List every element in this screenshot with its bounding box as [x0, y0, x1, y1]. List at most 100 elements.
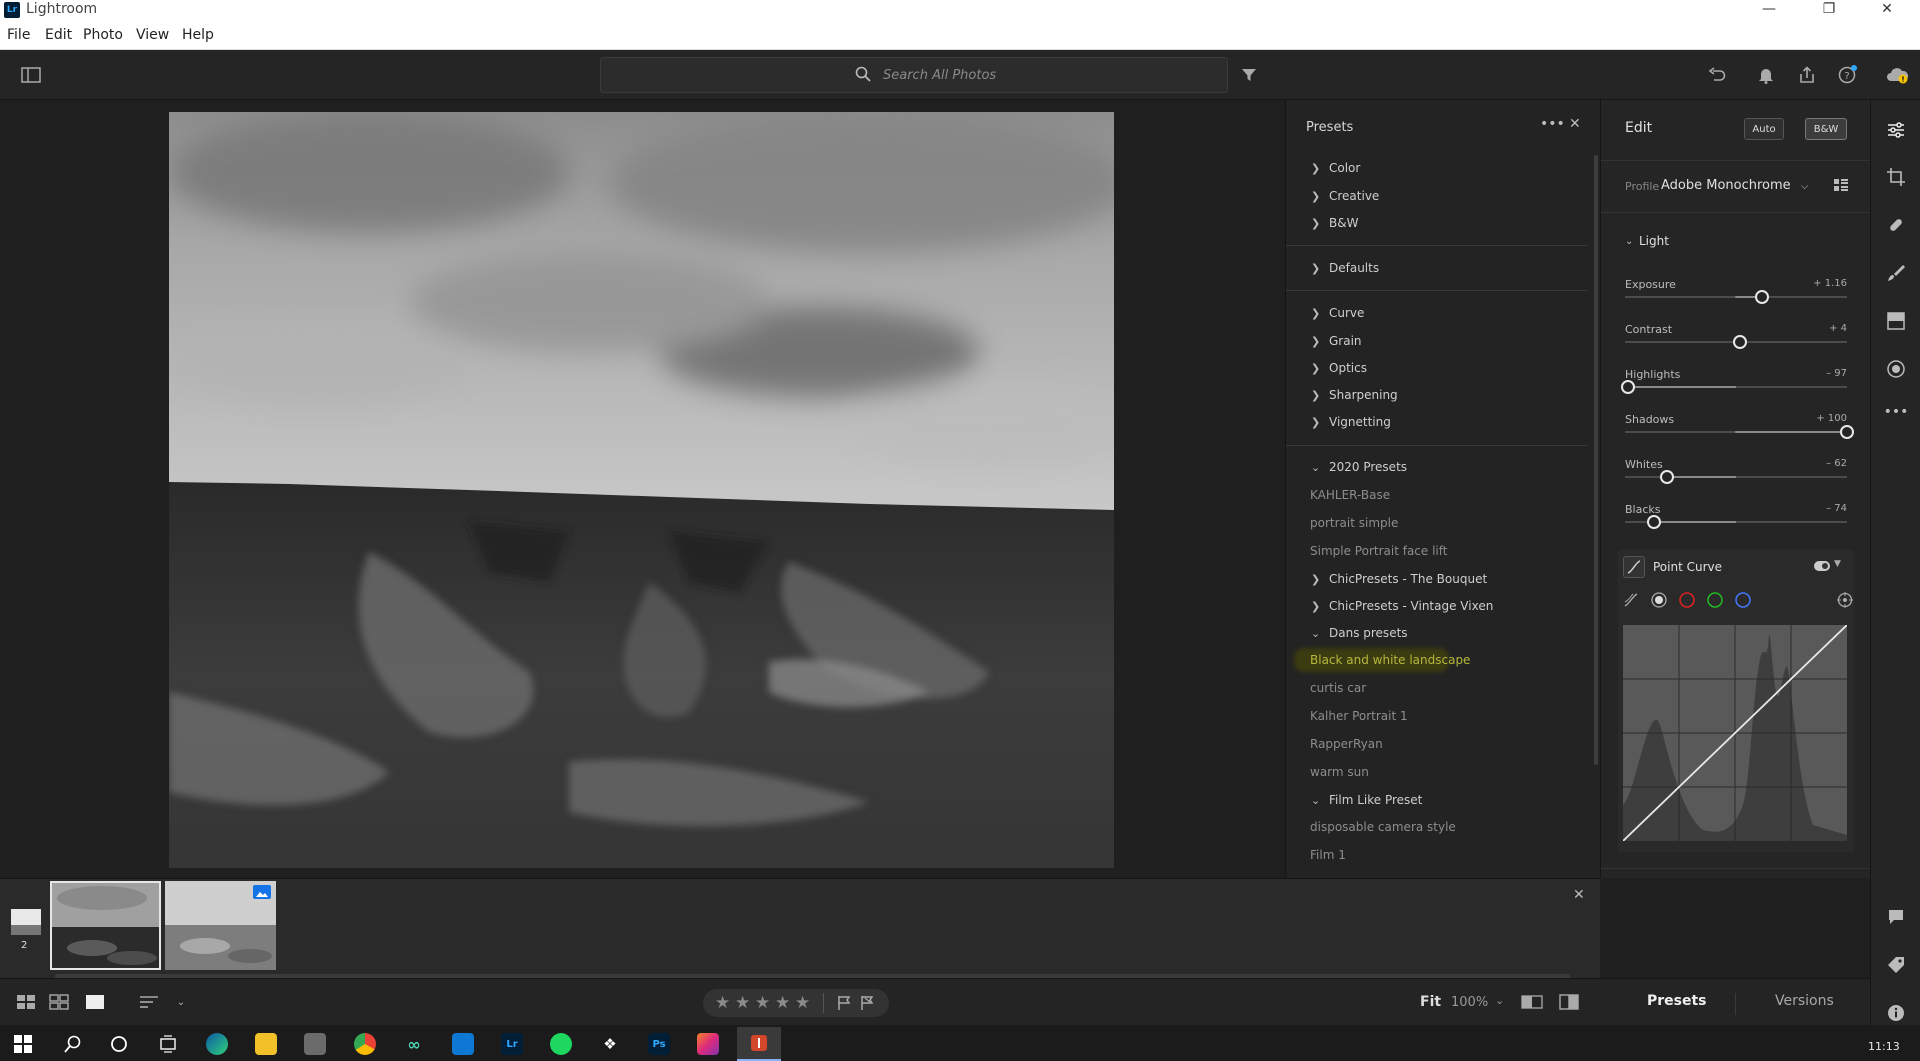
search-box[interactable] [600, 57, 1228, 93]
mail-icon[interactable] [452, 1033, 474, 1055]
edge-browser-icon[interactable] [206, 1033, 228, 1055]
instagram-icon[interactable] [697, 1033, 719, 1055]
cloud-sync-warning-icon[interactable] [1886, 63, 1910, 87]
bw-button[interactable]: B&W [1805, 118, 1847, 140]
task-view-icon[interactable] [157, 1033, 179, 1055]
menu-help[interactable]: Help [182, 27, 214, 43]
filter-icon[interactable] [1237, 63, 1261, 87]
lightroom-taskbar-icon[interactable]: Lr [501, 1033, 523, 1055]
exposure-slider[interactable]: Exposure + 1.16 [1625, 278, 1847, 314]
slider-value[interactable]: – 74 [1826, 503, 1847, 514]
brush-icon[interactable] [1884, 261, 1908, 285]
store-icon[interactable] [304, 1033, 326, 1055]
infinity-app-icon[interactable]: ∞ [403, 1033, 425, 1055]
blacks-slider[interactable]: Blacks – 74 [1625, 503, 1847, 539]
stack-icon[interactable] [9, 907, 43, 937]
contrast-slider[interactable]: Contrast + 4 [1625, 323, 1847, 359]
shadows-slider[interactable]: Shadows + 100 [1625, 413, 1854, 449]
sort-icon[interactable] [138, 991, 160, 1013]
slider-knob[interactable] [1755, 290, 1769, 304]
light-section-header[interactable]: ⌄ Light [1625, 234, 1669, 248]
help-icon[interactable]: ? [1836, 63, 1860, 87]
preset-kahler-base[interactable]: KAHLER-Base [1310, 485, 1390, 505]
search-input[interactable] [883, 66, 1183, 84]
taskbar-clock[interactable]: 11:13 [1868, 1040, 1900, 1053]
preset-group-optics[interactable]: ❯ Optics [1311, 358, 1367, 378]
star-5-icon[interactable]: ★ [795, 993, 810, 1013]
preset-curtis-car[interactable]: curtis car [1310, 678, 1366, 698]
square-grid-view-icon[interactable] [15, 991, 37, 1013]
slider-knob[interactable] [1621, 380, 1635, 394]
profile-browser-icon[interactable] [1833, 177, 1849, 197]
preset-group-bw[interactable]: ❯ B&W [1311, 213, 1358, 233]
main-photo[interactable] [169, 112, 1114, 868]
star-4-icon[interactable]: ★ [775, 993, 790, 1013]
photo-viewer[interactable] [0, 100, 1285, 878]
preset-group-2020[interactable]: ⌄ 2020 Presets [1311, 457, 1407, 477]
preset-group-chic-vixen[interactable]: ❯ ChicPresets - Vintage Vixen [1311, 596, 1493, 616]
menu-view[interactable]: View [136, 27, 169, 43]
preset-warm-sun[interactable]: warm sun [1310, 762, 1369, 782]
star-3-icon[interactable]: ★ [755, 993, 770, 1013]
undo-icon[interactable] [1705, 63, 1729, 87]
presets-scrollbar[interactable] [1594, 155, 1598, 765]
preset-film-1[interactable]: Film 1 [1310, 845, 1346, 865]
preset-group-curve[interactable]: ❯ Curve [1311, 303, 1364, 323]
compare-view-icon[interactable] [1558, 991, 1580, 1013]
info-icon[interactable] [1884, 1001, 1908, 1025]
caret-down-icon[interactable]: ▼ [1834, 559, 1841, 569]
notifications-bell-icon[interactable] [1754, 63, 1778, 87]
flag-reject-icon[interactable] [859, 995, 875, 1015]
before-after-icon[interactable] [1521, 991, 1543, 1013]
slider-value[interactable]: + 4 [1829, 323, 1847, 334]
menu-photo[interactable]: Photo [83, 27, 123, 43]
flag-pick-icon[interactable] [836, 995, 852, 1015]
targeted-adjustment-icon[interactable] [1837, 592, 1853, 612]
tab-presets[interactable]: Presets [1647, 993, 1707, 1009]
slider-value[interactable]: – 97 [1826, 368, 1847, 379]
star-1-icon[interactable]: ★ [715, 993, 730, 1013]
zoom-chevron-down-icon[interactable]: ⌄ [1495, 994, 1504, 1007]
whites-slider[interactable]: Whites – 62 [1625, 458, 1847, 494]
preset-rapperryan[interactable]: RapperRyan [1310, 734, 1383, 754]
point-curve-graph[interactable] [1623, 625, 1847, 841]
slider-knob[interactable] [1733, 335, 1747, 349]
close-presets-icon[interactable]: ✕ [1569, 116, 1581, 132]
auto-button[interactable]: Auto [1744, 118, 1784, 140]
parametric-curve-icon[interactable] [1623, 592, 1639, 612]
search-icon[interactable] [62, 1033, 84, 1055]
preset-simple-portrait-face-lift[interactable]: Simple Portrait face lift [1310, 541, 1447, 561]
minimize-icon[interactable]: — [1746, 0, 1792, 20]
preset-group-defaults[interactable]: ❯ Defaults [1311, 258, 1379, 278]
curve-channel-blue-icon[interactable] [1735, 592, 1751, 612]
active-app-icon[interactable] [737, 1027, 781, 1061]
linear-gradient-icon[interactable] [1884, 309, 1908, 333]
curve-channel-red-icon[interactable] [1679, 592, 1695, 612]
detail-view-icon[interactable] [84, 991, 106, 1013]
preset-black-white-landscape[interactable]: Black and white landscape [1310, 650, 1470, 670]
slider-knob[interactable] [1647, 515, 1661, 529]
file-explorer-icon[interactable] [255, 1033, 277, 1055]
filmstrip-thumbnail[interactable] [165, 881, 276, 970]
menu-edit[interactable]: Edit [45, 27, 72, 43]
keyword-tag-icon[interactable] [1884, 953, 1908, 977]
dropbox-icon[interactable]: ❖ [599, 1033, 621, 1055]
preset-group-color[interactable]: ❯ Color [1311, 158, 1360, 178]
comment-icon[interactable] [1884, 905, 1908, 929]
preset-disposable-camera[interactable]: disposable camera style [1310, 817, 1456, 837]
slider-knob[interactable] [1840, 425, 1854, 439]
profile-dropdown[interactable]: Adobe Monochrome ⌵ [1661, 178, 1808, 193]
more-tools-icon[interactable]: ••• [1884, 400, 1909, 424]
preset-group-sharpening[interactable]: ❯ Sharpening [1311, 385, 1398, 405]
sort-chevron-down-icon[interactable]: ⌄ [170, 991, 192, 1013]
slider-knob[interactable] [1660, 470, 1674, 484]
edit-sliders-icon[interactable] [1884, 118, 1908, 142]
filmstrip-thumbnail-selected[interactable] [50, 881, 161, 970]
highlights-slider[interactable]: Highlights – 97 [1621, 368, 1847, 404]
chrome-icon[interactable] [354, 1033, 376, 1055]
spotify-icon[interactable] [550, 1033, 572, 1055]
star-2-icon[interactable]: ★ [735, 993, 750, 1013]
panel-toggle-icon[interactable] [19, 63, 43, 87]
slider-value[interactable]: – 62 [1826, 458, 1847, 469]
menu-file[interactable]: File [7, 27, 30, 43]
